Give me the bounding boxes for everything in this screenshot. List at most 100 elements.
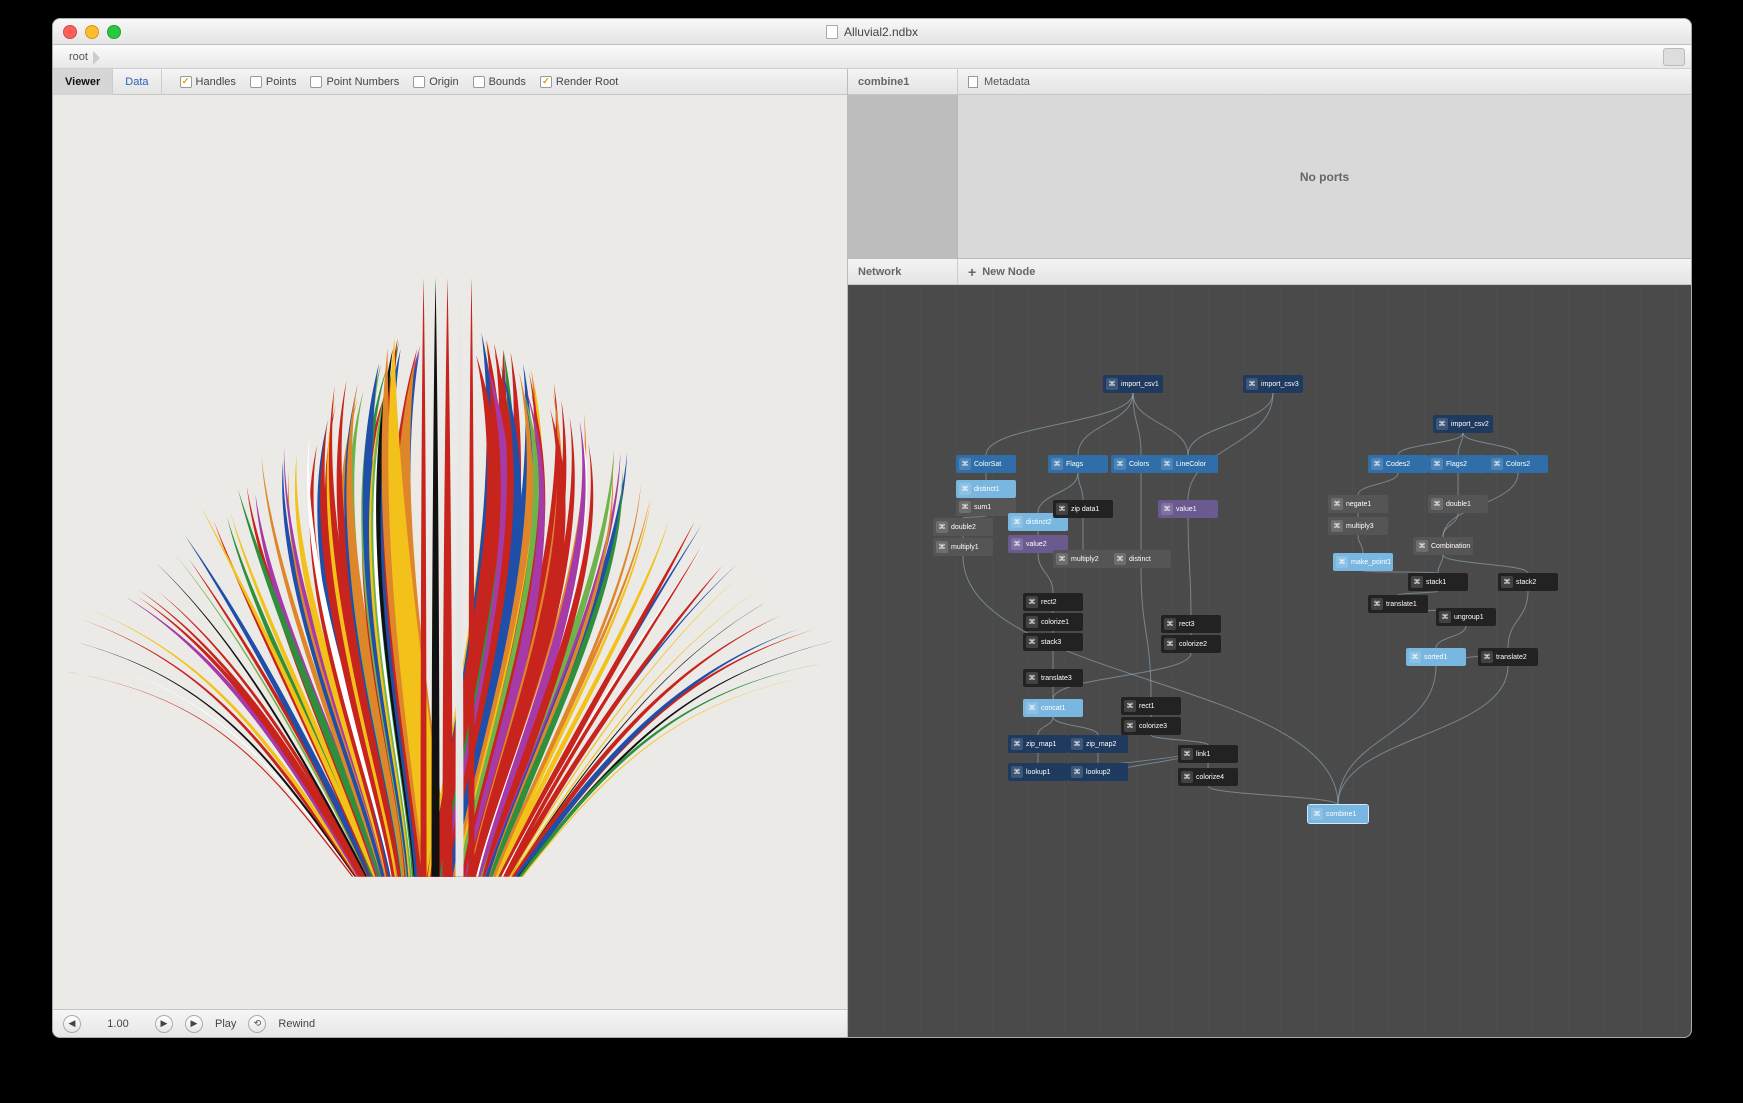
node-zip_data1[interactable]: ⌘zip data1 (1053, 500, 1113, 518)
node-rect1[interactable]: ⌘rect1 (1121, 697, 1181, 715)
zoom-icon[interactable] (107, 25, 121, 39)
node-translate1[interactable]: ⌘translate1 (1368, 595, 1428, 613)
node-flags[interactable]: ⌘Flags (1048, 455, 1108, 473)
viewer-canvas[interactable] (53, 95, 847, 1009)
node-colorize1[interactable]: ⌘colorize1 (1023, 613, 1083, 631)
node-rect3[interactable]: ⌘rect3 (1161, 615, 1221, 633)
check-origin[interactable]: Origin (413, 76, 458, 88)
node-lookup1[interactable]: ⌘lookup1 (1008, 763, 1068, 781)
node-sorted1[interactable]: ⌘sorted1 (1406, 648, 1466, 666)
node-combine1[interactable]: ⌘combine1 (1308, 805, 1368, 823)
node-icon: ⌘ (1411, 576, 1423, 588)
tab-data[interactable]: Data (113, 69, 161, 95)
node-double2[interactable]: ⌘double2 (933, 518, 993, 536)
node-icon: ⌘ (959, 458, 971, 470)
node-label: Flags2 (1446, 461, 1467, 468)
new-node-button[interactable]: + New Node (958, 259, 1035, 284)
minimize-icon[interactable] (85, 25, 99, 39)
check-points[interactable]: Points (250, 76, 297, 88)
properties-header: combine1 Metadata (848, 69, 1691, 95)
node-zip_map1[interactable]: ⌘zip_map1 (1008, 735, 1068, 753)
node-double1[interactable]: ⌘double1 (1428, 495, 1488, 513)
node-import_csv1[interactable]: ⌘import_csv1 (1103, 375, 1163, 393)
breadcrumb-root[interactable]: root (61, 49, 102, 65)
node-label: translate1 (1386, 601, 1417, 608)
node-icon: ⌘ (1481, 651, 1493, 663)
node-label: Combination (1431, 543, 1470, 550)
viewer-tabs: Viewer Data (53, 69, 162, 95)
frame-back-button[interactable]: ◀ (63, 1015, 81, 1033)
node-colorize2[interactable]: ⌘colorize2 (1161, 635, 1221, 653)
node-link1[interactable]: ⌘link1 (1178, 745, 1238, 763)
rewind-label: Rewind (278, 1018, 315, 1030)
network-canvas[interactable]: ⌘import_csv1⌘import_csv3⌘import_csv2⌘Col… (848, 285, 1691, 1037)
node-combination[interactable]: ⌘Combination (1413, 537, 1473, 555)
frame-forward-button[interactable]: ▶ (155, 1015, 173, 1033)
node-label: Colors2 (1506, 461, 1530, 468)
node-stack3[interactable]: ⌘stack3 (1023, 633, 1083, 651)
node-stack2[interactable]: ⌘stack2 (1498, 573, 1558, 591)
node-icon: ⌘ (1011, 766, 1023, 778)
node-multiply2[interactable]: ⌘multiply2 (1053, 550, 1113, 568)
node-icon: ⌘ (936, 541, 948, 553)
titlebar[interactable]: Alluvial2.ndbx (53, 19, 1691, 45)
node-icon: ⌘ (1124, 700, 1136, 712)
node-codes2[interactable]: ⌘Codes2 (1368, 455, 1428, 473)
node-multiply1[interactable]: ⌘multiply1 (933, 538, 993, 556)
node-label: make_point1 (1351, 559, 1391, 566)
node-colorize3[interactable]: ⌘colorize3 (1121, 717, 1181, 735)
node-icon: ⌘ (1051, 458, 1063, 470)
node-label: stack3 (1041, 639, 1061, 646)
node-label: colorize2 (1179, 641, 1207, 648)
node-translate3[interactable]: ⌘translate3 (1023, 669, 1083, 687)
node-sum1[interactable]: ⌘sum1 (956, 498, 1016, 516)
node-icon: ⌘ (1161, 458, 1173, 470)
check-point-numbers[interactable]: Point Numbers (310, 76, 399, 88)
node-label: concat1 (1041, 705, 1066, 712)
node-stack1[interactable]: ⌘stack1 (1408, 573, 1468, 591)
node-rect2[interactable]: ⌘rect2 (1023, 593, 1083, 611)
node-label: sorted1 (1424, 654, 1447, 661)
node-linecolor[interactable]: ⌘LineColor (1158, 455, 1218, 473)
node-colors2[interactable]: ⌘Colors2 (1488, 455, 1548, 473)
check-handles[interactable]: Handles (180, 76, 236, 88)
node-import_csv2[interactable]: ⌘import_csv2 (1433, 415, 1493, 433)
node-flags2[interactable]: ⌘Flags2 (1428, 455, 1488, 473)
node-icon: ⌘ (959, 483, 971, 495)
check-render-root[interactable]: Render Root (540, 76, 618, 88)
breadcrumb-overflow-button[interactable] (1663, 48, 1685, 66)
node-value1[interactable]: ⌘value1 (1158, 500, 1218, 518)
node-label: colorize3 (1139, 723, 1167, 730)
node-icon: ⌘ (1114, 553, 1126, 565)
close-icon[interactable] (63, 25, 77, 39)
node-translate2[interactable]: ⌘translate2 (1478, 648, 1538, 666)
node-negate1[interactable]: ⌘negate1 (1328, 495, 1388, 513)
node-icon: ⌘ (1431, 458, 1443, 470)
node-label: multiply2 (1071, 556, 1099, 563)
node-ungroup1[interactable]: ⌘ungroup1 (1436, 608, 1496, 626)
node-distinct1[interactable]: ⌘distinct1 (956, 480, 1016, 498)
tab-metadata[interactable]: Metadata (958, 69, 1030, 94)
window-title-text: Alluvial2.ndbx (844, 25, 918, 39)
node-icon: ⌘ (1056, 503, 1068, 515)
rewind-button[interactable]: ⟲ (248, 1015, 266, 1033)
node-multiply3[interactable]: ⌘multiply3 (1328, 517, 1388, 535)
node-distinct[interactable]: ⌘distinct (1111, 550, 1171, 568)
node-label: negate1 (1346, 501, 1371, 508)
play-button[interactable]: ▶ (185, 1015, 203, 1033)
node-colorize4[interactable]: ⌘colorize4 (1178, 768, 1238, 786)
viewer-options: Handles Points Point Numbers Origin Boun… (180, 76, 619, 88)
node-label: distinct2 (1026, 519, 1052, 526)
node-colorsat[interactable]: ⌘ColorSat (956, 455, 1016, 473)
node-concat1[interactable]: ⌘concat1 (1023, 699, 1083, 717)
node-label: import_csv1 (1121, 381, 1159, 388)
frame-number[interactable]: 1.00 (93, 1018, 143, 1030)
node-lookup2[interactable]: ⌘lookup2 (1068, 763, 1128, 781)
node-import_csv3[interactable]: ⌘import_csv3 (1243, 375, 1303, 393)
node-make_point1[interactable]: ⌘make_point1 (1333, 553, 1393, 571)
tab-viewer[interactable]: Viewer (53, 69, 113, 95)
breadcrumb[interactable]: root (53, 45, 1691, 69)
check-bounds[interactable]: Bounds (473, 76, 526, 88)
connection-wires (848, 285, 1691, 1037)
node-zip_map2[interactable]: ⌘zip_map2 (1068, 735, 1128, 753)
